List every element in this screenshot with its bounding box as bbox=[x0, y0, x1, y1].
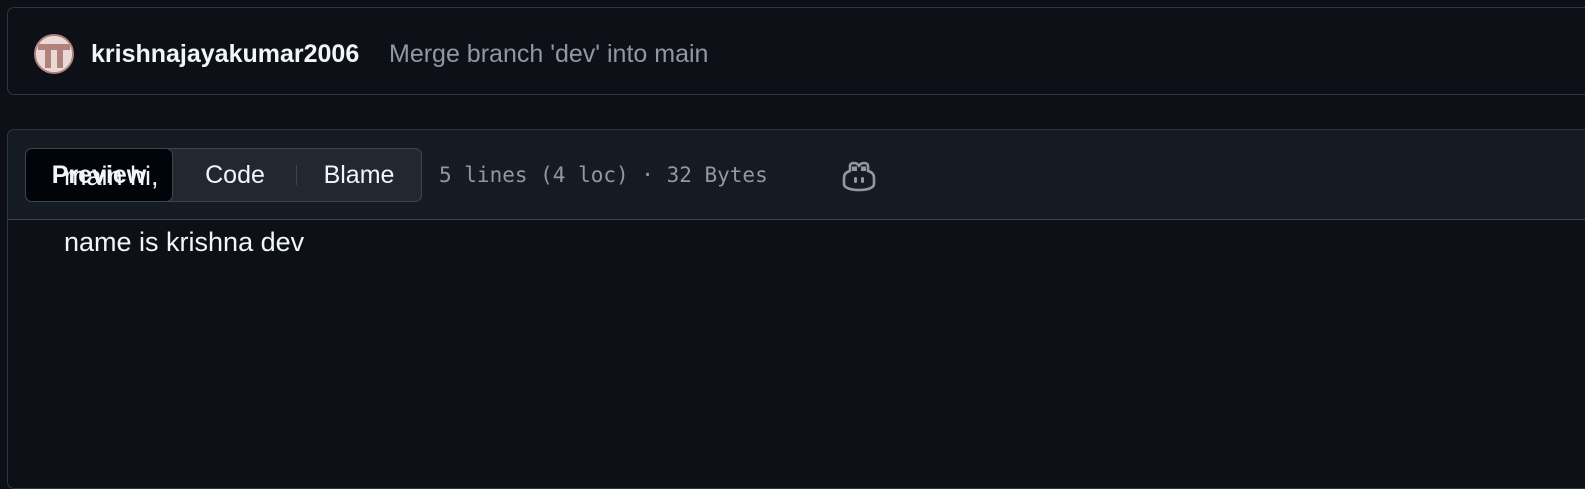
file-info: 5 lines (4 loc) · 32 Bytes bbox=[439, 163, 768, 187]
author-avatar[interactable] bbox=[34, 34, 74, 74]
tab-blame[interactable]: Blame bbox=[304, 148, 414, 202]
content-line: main hi, bbox=[64, 161, 159, 191]
avatar-identicon bbox=[36, 36, 72, 72]
commit-message-link[interactable]: Merge branch 'dev' into main bbox=[389, 40, 708, 68]
latest-commit-bar: krishnajayakumar2006 Merge branch 'dev' … bbox=[7, 7, 1585, 95]
copilot-icon-graphic bbox=[842, 161, 876, 192]
markdown-preview: main hi, name is krishna dev bbox=[64, 160, 304, 258]
content-line: name is krishna dev bbox=[64, 227, 305, 257]
copilot-icon[interactable] bbox=[841, 160, 877, 192]
commit-author-link[interactable]: krishnajayakumar2006 bbox=[91, 40, 359, 68]
